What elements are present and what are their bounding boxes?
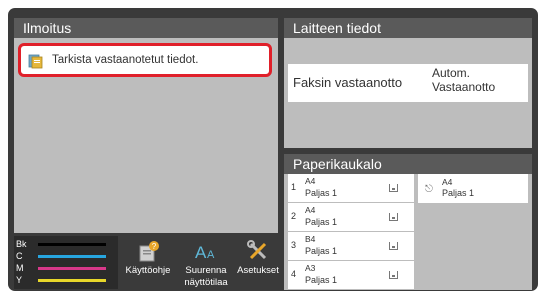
tray-row-3[interactable]: 3 B4 Paljas 1 [288, 232, 414, 260]
fax-receive-row[interactable]: Faksin vastaanotto Autom. Vastaanotto [288, 64, 528, 102]
toner-row-bk: Bk [14, 238, 118, 250]
tray-paper-type: Paljas 1 [305, 188, 338, 198]
toner-row-m: M [14, 262, 118, 274]
notification-title: Ilmoitus [14, 18, 278, 38]
tray-number: 3 [291, 240, 297, 250]
toner-levels: Bk C M Y [14, 236, 118, 289]
home-screen: Ilmoitus Tarkista vastaanotetut tiedot. … [8, 8, 538, 291]
device-info-panel: Laitteen tiedot Faksin vastaanotto Autom… [284, 18, 532, 148]
svg-text:?: ? [152, 242, 157, 251]
svg-text:A: A [195, 243, 207, 262]
tray-paper-type: Paljas 1 [305, 217, 338, 227]
toner-bar-c [38, 255, 106, 258]
notification-message: Tarkista vastaanotetut tiedot. [52, 54, 199, 66]
tray-icon [389, 271, 398, 279]
paper-tray-panel: Paperikaukalo 1 A4 Paljas 1 2 A4 Paljas … [284, 154, 532, 290]
enlarge-text-icon: A A [195, 243, 215, 262]
notification-panel: Ilmoitus Tarkista vastaanotetut tiedot. [14, 18, 278, 233]
settings-button[interactable]: Asetukset [236, 240, 280, 277]
tray-row-4[interactable]: 4 A3 Paljas 1 [288, 261, 414, 289]
user-guide-button[interactable]: ? Käyttöohje [122, 240, 174, 277]
tray-icon [389, 242, 398, 250]
toner-bar-y [38, 279, 106, 282]
toner-bar-bk [38, 243, 106, 246]
device-info-title: Laitteen tiedot [284, 18, 532, 38]
received-data-icon [28, 54, 43, 69]
toner-label: M [16, 263, 24, 273]
user-guide-icon: ? [139, 241, 159, 262]
settings-label: Asetukset [237, 265, 279, 276]
bypass-tray[interactable]: ⎋ A4 Paljas 1 [418, 174, 528, 203]
svg-text:A: A [207, 249, 215, 261]
tray-paper-size: A4 [305, 205, 316, 215]
bypass-paper-size: A4 [442, 177, 453, 187]
tray-paper-size: B4 [305, 234, 316, 244]
tray-row-2[interactable]: 2 A4 Paljas 1 [288, 203, 414, 231]
tray-number: 1 [291, 182, 297, 192]
fax-receive-label: Faksin vastaanotto [293, 75, 403, 90]
tools-icon [247, 240, 267, 260]
toner-bar-m [38, 267, 106, 270]
toner-label: C [16, 251, 23, 261]
toner-label: Y [16, 275, 23, 285]
tray-row-1[interactable]: 1 A4 Paljas 1 [288, 174, 414, 202]
tray-number: 2 [291, 211, 297, 221]
tray-list: 1 A4 Paljas 1 2 A4 Paljas 1 3 B4 Paljas … [288, 174, 414, 290]
bypass-paper-type: Paljas 1 [442, 188, 475, 198]
enlarge-display-button[interactable]: A A Suurenna näyttötilaa [178, 240, 234, 289]
bypass-tray-icon: ⎋ [425, 184, 433, 195]
tray-paper-size: A4 [305, 176, 316, 186]
tray-paper-type: Paljas 1 [305, 275, 338, 285]
tray-icon [389, 184, 398, 192]
toner-row-y: Y [14, 274, 118, 286]
toner-row-c: C [14, 250, 118, 262]
tray-icon [389, 213, 398, 221]
tray-paper-size: A3 [305, 263, 316, 273]
tray-number: 4 [291, 269, 297, 279]
fax-receive-value: Autom. Vastaanotto [432, 66, 496, 94]
toner-label: Bk [16, 239, 27, 249]
user-guide-label: Käyttöohje [125, 265, 171, 276]
notification-message-row[interactable]: Tarkista vastaanotetut tiedot. [18, 43, 272, 77]
tray-paper-type: Paljas 1 [305, 246, 338, 256]
enlarge-display-label: Suurenna näyttötilaa [184, 265, 228, 288]
paper-tray-title: Paperikaukalo [284, 154, 532, 174]
